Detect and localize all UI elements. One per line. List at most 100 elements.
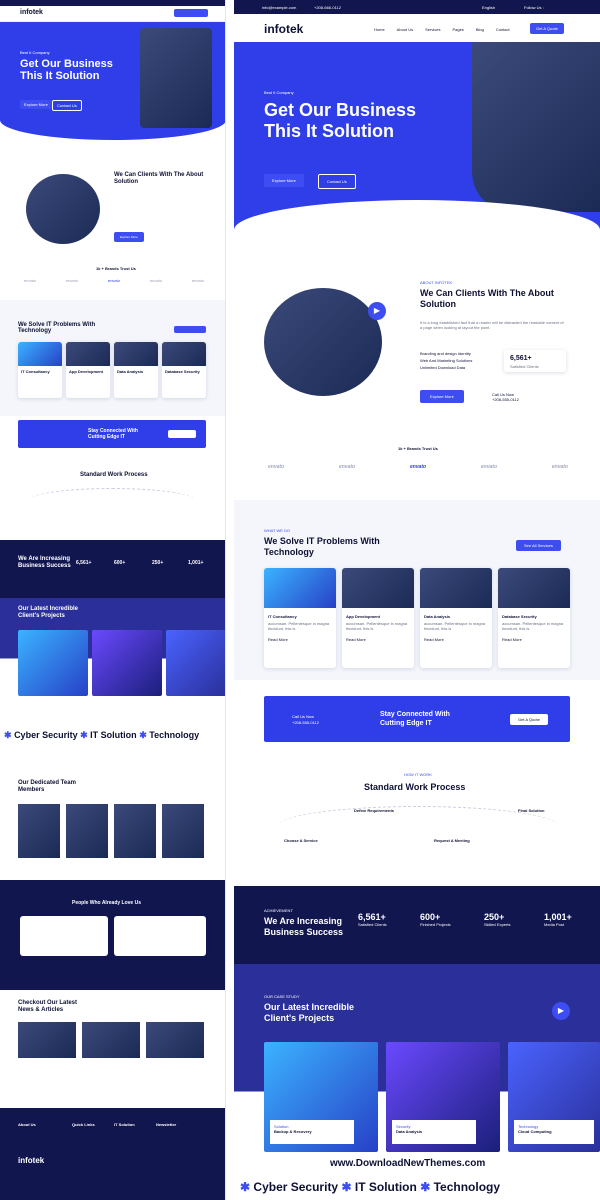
cta-quote-button[interactable] <box>168 430 196 438</box>
project-card-1[interactable] <box>18 630 88 696</box>
brand-logo-3: envato <box>409 464 427 470</box>
star-icon: ✱ <box>80 730 88 740</box>
team-member-photo[interactable] <box>66 804 108 858</box>
services-all-button[interactable] <box>174 326 206 333</box>
brands-row: envato envato envato envato envato <box>24 278 204 283</box>
about-call[interactable]: Call Us Now +208-555-0112 <box>492 392 519 402</box>
marquee-item: Technology <box>433 1180 501 1194</box>
about-image <box>26 174 100 244</box>
about-bullet: Branding and design Identity <box>420 351 471 356</box>
service-read-more[interactable]: Read More <box>498 631 570 648</box>
brand-logo-4: envato <box>480 464 498 470</box>
about-bullet: Web And Marketing Solutions <box>420 358 473 363</box>
hero-title: Get Our Business This It Solution <box>264 100 417 141</box>
service-read-more[interactable]: Read More <box>342 631 414 648</box>
service-title: Data Analysis <box>117 369 144 374</box>
page-root: infotek Best It Company Get Our Business… <box>0 0 600 1200</box>
hero-contact-button[interactable]: Contact Us <box>318 174 356 189</box>
about-kicker: ABOUT INFOTEK <box>420 280 453 285</box>
brand-logo-1: envato <box>268 464 285 470</box>
service-image <box>66 342 110 366</box>
marquee-item: IT Solution <box>354 1180 417 1194</box>
service-card[interactable]: IT Consultancy accumsan. Pellentesque in… <box>264 568 336 668</box>
team-member-photo[interactable] <box>114 804 156 858</box>
project-card-1[interactable]: Solution Backup & Recovery <box>264 1042 378 1152</box>
cta-call[interactable]: Call Us Now +208-555-0112 <box>292 714 319 726</box>
service-card[interactable]: IT Consultancy <box>18 342 62 398</box>
brand-logo-4: envato <box>149 278 162 283</box>
footer-logo[interactable]: infotek <box>18 1156 44 1165</box>
team-title: Our Dedicated Team Members <box>18 780 76 793</box>
hero-kicker: Best It Company <box>264 90 294 95</box>
project-caption: Security Data Analysis <box>392 1120 476 1144</box>
service-card[interactable]: Database Security <box>162 342 206 398</box>
quote-button[interactable] <box>174 9 208 17</box>
quote-button[interactable]: Get A Quote <box>530 23 564 34</box>
project-card-3[interactable]: Technology Cloud Computing <box>508 1042 600 1152</box>
cta-quote-button[interactable]: Get A Quote <box>510 714 548 725</box>
hero-contact-button[interactable]: Contact Us <box>52 100 82 111</box>
project-card-3[interactable] <box>166 630 225 696</box>
marquee-strip: ✱ Cyber Security ✱ IT Solution ✱ Technol… <box>240 1180 500 1194</box>
nav-pages[interactable]: Pages <box>452 27 463 32</box>
service-card[interactable]: Data Analysis <box>114 342 158 398</box>
hero-wave <box>234 200 600 260</box>
process-step-title: Final Solution <box>518 808 545 813</box>
service-read-more[interactable]: Read More <box>264 631 336 648</box>
news-image[interactable] <box>146 1022 204 1058</box>
service-read-more[interactable]: Read More <box>420 631 492 648</box>
nav-blog[interactable]: Blog <box>476 27 484 32</box>
about-explore-button[interactable]: Explore More <box>114 232 144 242</box>
projects-section: Our Latest Incredible Client's Projects <box>0 598 225 708</box>
process-curve <box>30 488 194 512</box>
hero-explore-button[interactable]: Explore More <box>264 174 304 187</box>
process-kicker: HOW IT WORK <box>404 772 432 777</box>
services-title: We Solve IT Problems With Technology <box>264 536 380 557</box>
nav-contact[interactable]: Contact <box>496 27 510 32</box>
nav-about[interactable]: About Us <box>397 27 413 32</box>
about-stat-label: Satisfied Clients <box>510 364 539 369</box>
nav-home[interactable]: Home <box>374 27 385 32</box>
service-desc: accumsan. Pellentesque in magna tincidun… <box>424 621 486 631</box>
news-image[interactable] <box>82 1022 140 1058</box>
play-icon[interactable]: ▶ <box>368 302 386 320</box>
project-card-2[interactable] <box>92 630 162 696</box>
services-section: WHAT WE DO We Solve IT Problems With Tec… <box>234 500 600 680</box>
brand-logo-5: envato <box>551 464 568 470</box>
services-all-button[interactable]: See All Services <box>516 540 561 551</box>
service-card[interactable]: Database Security accumsan. Pellentesque… <box>498 568 570 668</box>
process-title: Standard Work Process <box>80 472 148 478</box>
achievement-section: We Are Increasing Business Success 6,561+… <box>0 540 225 598</box>
brand-logo[interactable]: infotek <box>20 9 43 16</box>
stat-value: 1,001+ <box>188 560 204 566</box>
star-icon: ✱ <box>240 1180 251 1194</box>
team-member-photo[interactable] <box>162 804 204 858</box>
news-image[interactable] <box>18 1022 76 1058</box>
topbar-email[interactable]: info@example.com <box>262 5 296 10</box>
topbar-phone[interactable]: +208-666-0112 <box>314 5 341 10</box>
service-card[interactable]: Data Analysis accumsan. Pellentesque in … <box>420 568 492 668</box>
about-explore-button[interactable]: Explore More <box>420 390 464 403</box>
language-select[interactable]: English <box>482 5 495 10</box>
team-member-photo[interactable] <box>18 804 60 858</box>
project-card-2[interactable]: Security Data Analysis <box>386 1042 500 1152</box>
hero-image <box>140 28 212 128</box>
projects-section: OUR CASE STUDY Our Latest Incredible Clie… <box>234 964 600 1160</box>
brands-row: envato envato envato envato envato <box>268 464 568 470</box>
play-icon[interactable]: ▶ <box>552 1002 570 1020</box>
service-image <box>114 342 158 366</box>
service-card[interactable]: App Development <box>66 342 110 398</box>
marquee-strip: ✱ Cyber Security ✱ IT Solution ✱ Technol… <box>4 730 199 741</box>
service-image <box>162 342 206 366</box>
hero-explore-button[interactable]: Explore More <box>20 100 52 109</box>
service-title: Database Security <box>165 369 200 374</box>
service-card[interactable]: App Development accumsan. Pellentesque i… <box>342 568 414 668</box>
project-title: Cloud Computing <box>518 1129 552 1134</box>
hero-section: Best It Company Get Our Business This It … <box>0 22 225 140</box>
brand-logo[interactable]: infotek <box>264 22 303 36</box>
nav-services[interactable]: Services <box>425 27 440 32</box>
stat-value: 250+ <box>152 560 164 566</box>
brand-logo-5: envato <box>191 278 204 283</box>
process-curve <box>278 806 558 846</box>
achievement-kicker: ACHIEVEMENT <box>264 908 293 913</box>
